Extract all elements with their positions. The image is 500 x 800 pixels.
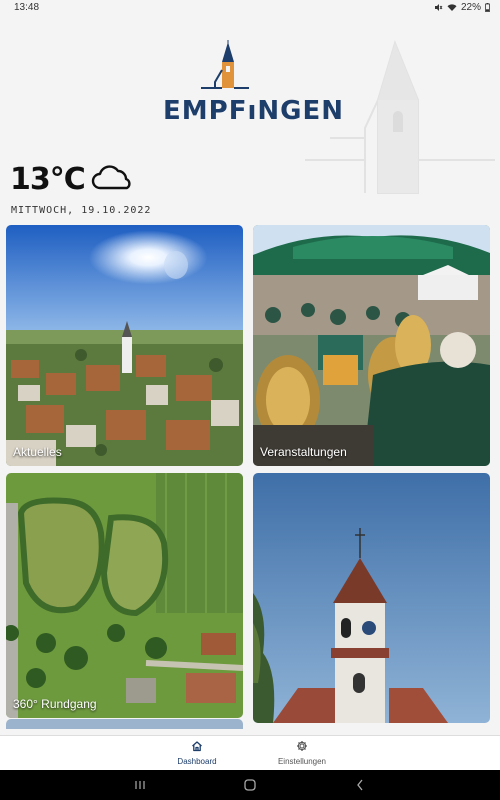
bottom-navigation: Dashboard Einstellungen [0,735,500,770]
recents-icon [135,781,145,789]
mute-icon [434,4,443,11]
header: EMPFıNGEN 13°C MITTWOCH, 19.10.2022 [0,16,500,221]
nav-item-dashboard[interactable]: Dashboard [157,740,237,766]
tile-label: Aktuelles [13,445,62,459]
current-date: MITTWOCH, 19.10.2022 [11,205,152,216]
gear-icon [297,741,307,751]
logo-text: EMPFıNGEN [163,96,344,126]
temperature: 13°C [10,162,86,197]
pond-aerial-image [6,473,243,718]
app-logo: EMPFıNGEN [163,40,344,140]
cloud-icon [91,164,131,189]
system-navigation-bar [0,770,500,800]
wifi-icon [447,4,457,11]
tile-label: 360° Rundgang [13,697,97,711]
next-tile-peek [6,719,243,729]
tile-label: Veranstaltungen [260,445,347,459]
back-button[interactable] [340,777,380,793]
battery-icon [485,3,490,12]
church-tower-image [253,473,490,723]
home-button[interactable] [230,777,270,793]
nav-label: Dashboard [177,757,217,766]
tile-360-rundgang[interactable]: 360° Rundgang [6,473,243,718]
weather-widget: 13°C [10,162,133,197]
church-tower-icon [201,40,249,89]
town-aerial-image [6,225,243,466]
battery-percent: 22% [460,2,481,13]
back-icon [357,779,363,791]
tile-church-tower[interactable] [253,473,490,723]
status-bar: 13:48 22% [0,0,500,16]
brass-band-image [253,225,490,466]
nav-item-einstellungen[interactable]: Einstellungen [262,740,342,766]
home-circle-icon [244,779,256,791]
nav-label: Einstellungen [277,757,327,766]
status-icons: 22% [434,2,490,13]
recents-button[interactable] [120,777,160,793]
tile-veranstaltungen[interactable]: Veranstaltungen [253,225,490,466]
tile-aktuelles[interactable]: Aktuelles [6,225,243,466]
home-icon [192,741,202,752]
status-time: 13:48 [14,2,40,13]
